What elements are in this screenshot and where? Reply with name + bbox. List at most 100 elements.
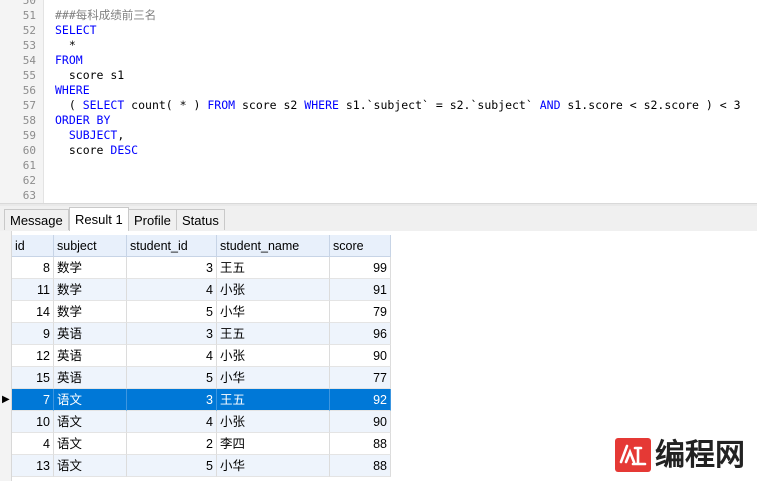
cell-student-name[interactable]: 小华 bbox=[217, 455, 330, 477]
line-number: 58 bbox=[22, 114, 36, 127]
cell-student-name[interactable]: 小华 bbox=[217, 301, 330, 323]
cell-score[interactable]: 91 bbox=[330, 279, 391, 301]
watermark-text: 编程网 bbox=[655, 438, 745, 473]
cell-student-id[interactable]: 5 bbox=[127, 455, 217, 477]
cell-subject[interactable]: 英语 bbox=[54, 367, 127, 389]
cell-student-name[interactable]: 王五 bbox=[217, 323, 330, 345]
cell-subject[interactable]: 数学 bbox=[54, 301, 127, 323]
cell-score[interactable]: 96 bbox=[330, 323, 391, 345]
tab-message[interactable]: Message bbox=[4, 209, 69, 230]
line-number: 50 bbox=[22, 0, 36, 7]
sql-comment: ###每科成绩前三名 bbox=[55, 8, 157, 22]
cell-subject[interactable]: 语文 bbox=[54, 389, 127, 411]
column-header-score[interactable]: score bbox=[330, 235, 391, 257]
code-line[interactable]: 61 bbox=[0, 158, 757, 173]
result-tabbar: Message Result 1 Profile Status bbox=[0, 206, 757, 232]
cell-subject[interactable]: 语文 bbox=[54, 455, 127, 477]
cell-student-id[interactable]: 3 bbox=[127, 389, 217, 411]
cell-student-id[interactable]: 4 bbox=[127, 411, 217, 433]
code-line[interactable]: 55 score s1 bbox=[0, 68, 757, 83]
line-number: 56 bbox=[22, 84, 36, 97]
cell-student-id[interactable]: 4 bbox=[127, 279, 217, 301]
cell-score[interactable]: 92 bbox=[330, 389, 391, 411]
code-line[interactable]: 62 bbox=[0, 173, 757, 188]
cell-student-name[interactable]: 小张 bbox=[217, 279, 330, 301]
sql-keyword: DESC bbox=[110, 143, 139, 157]
cell-id[interactable]: 9 bbox=[12, 323, 54, 345]
code-line[interactable]: 51 ###每科成绩前三名 bbox=[0, 8, 757, 23]
cell-score[interactable]: 77 bbox=[330, 367, 391, 389]
cell-student-name[interactable]: 王五 bbox=[217, 257, 330, 279]
watermark-logo: 编程网 bbox=[615, 436, 755, 476]
tab-profile[interactable]: Profile bbox=[128, 209, 177, 230]
cell-score[interactable]: 88 bbox=[330, 455, 391, 477]
cell-student-name[interactable]: 小华 bbox=[217, 367, 330, 389]
sql-text: score s1 bbox=[55, 68, 125, 82]
sql-editor[interactable]: 50 51 ###每科成绩前三名 52 SELECT 53 * 54 FROM 55 score… bbox=[0, 0, 757, 205]
cell-score[interactable]: 88 bbox=[330, 433, 391, 455]
code-line[interactable]: 54 FROM bbox=[0, 53, 757, 68]
code-line[interactable]: 50 bbox=[0, 0, 757, 8]
line-number: 62 bbox=[22, 174, 36, 187]
sql-keyword: AND bbox=[539, 98, 561, 112]
code-text: ( SELECT count( * ) FROM score s2 WHERE … bbox=[55, 98, 741, 113]
sql-text: score bbox=[55, 143, 111, 157]
cell-id[interactable]: 12 bbox=[12, 345, 54, 367]
cell-student-id[interactable]: 3 bbox=[127, 257, 217, 279]
cell-id[interactable]: 8 bbox=[12, 257, 54, 279]
cell-score[interactable]: 79 bbox=[330, 301, 391, 323]
line-number: 52 bbox=[22, 24, 36, 37]
cell-student-name[interactable]: 李四 bbox=[217, 433, 330, 455]
code-line[interactable]: 59 SUBJECT, bbox=[0, 128, 757, 143]
column-header-student-name[interactable]: student_name bbox=[217, 235, 330, 257]
cell-id[interactable]: 13 bbox=[12, 455, 54, 477]
cell-id[interactable]: 7 bbox=[12, 389, 54, 411]
cell-id[interactable]: 15 bbox=[12, 367, 54, 389]
code-line[interactable]: 63 bbox=[0, 188, 757, 203]
cell-score[interactable]: 99 bbox=[330, 257, 391, 279]
cell-subject[interactable]: 语文 bbox=[54, 411, 127, 433]
cell-student-name[interactable]: 小张 bbox=[217, 411, 330, 433]
column-header-student-id[interactable]: student_id bbox=[127, 235, 217, 257]
watermark-mark-icon bbox=[615, 438, 651, 472]
cell-student-id[interactable]: 5 bbox=[127, 301, 217, 323]
cell-student-id[interactable]: 5 bbox=[127, 367, 217, 389]
cell-student-name[interactable]: 小张 bbox=[217, 345, 330, 367]
code-line[interactable]: 57 ( SELECT count( * ) FROM score s2 WHE… bbox=[0, 98, 757, 113]
cell-student-id[interactable]: 4 bbox=[127, 345, 217, 367]
sql-keyword: FROM bbox=[207, 98, 236, 112]
cell-subject[interactable]: 数学 bbox=[54, 279, 127, 301]
cell-student-id[interactable]: 2 bbox=[127, 433, 217, 455]
column-header-id[interactable]: id bbox=[12, 235, 54, 257]
code-text: score s1 bbox=[55, 68, 124, 83]
code-text: * bbox=[55, 38, 76, 53]
sql-keyword: ORDER BY bbox=[55, 113, 111, 127]
cell-score[interactable]: 90 bbox=[330, 345, 391, 367]
line-number: 60 bbox=[22, 144, 36, 157]
cell-score[interactable]: 90 bbox=[330, 411, 391, 433]
tab-result-1[interactable]: Result 1 bbox=[69, 207, 129, 231]
cell-subject[interactable]: 英语 bbox=[54, 323, 127, 345]
cell-subject[interactable]: 数学 bbox=[54, 257, 127, 279]
cell-id[interactable]: 4 bbox=[12, 433, 54, 455]
cell-id[interactable]: 14 bbox=[12, 301, 54, 323]
cell-id[interactable]: 10 bbox=[12, 411, 54, 433]
row-indicator-column bbox=[0, 231, 12, 481]
code-line[interactable]: 53 * bbox=[0, 38, 757, 53]
code-line[interactable]: 52 SELECT bbox=[0, 23, 757, 38]
sql-text: ( bbox=[55, 98, 83, 112]
cell-subject[interactable]: 英语 bbox=[54, 345, 127, 367]
sql-keyword: SUBJECT bbox=[68, 128, 118, 142]
cell-id[interactable]: 11 bbox=[12, 279, 54, 301]
sql-text: * bbox=[55, 38, 76, 52]
line-number: 57 bbox=[22, 99, 36, 112]
cell-student-id[interactable]: 3 bbox=[127, 323, 217, 345]
code-line[interactable]: 58 ORDER BY bbox=[0, 113, 757, 128]
tab-status[interactable]: Status bbox=[176, 209, 225, 230]
code-line[interactable]: 60 score DESC bbox=[0, 143, 757, 158]
code-line[interactable]: 56 WHERE bbox=[0, 83, 757, 98]
cell-student-name[interactable]: 王五 bbox=[217, 389, 330, 411]
sql-keyword: WHERE bbox=[55, 83, 90, 97]
cell-subject[interactable]: 语文 bbox=[54, 433, 127, 455]
column-header-subject[interactable]: subject bbox=[54, 235, 127, 257]
